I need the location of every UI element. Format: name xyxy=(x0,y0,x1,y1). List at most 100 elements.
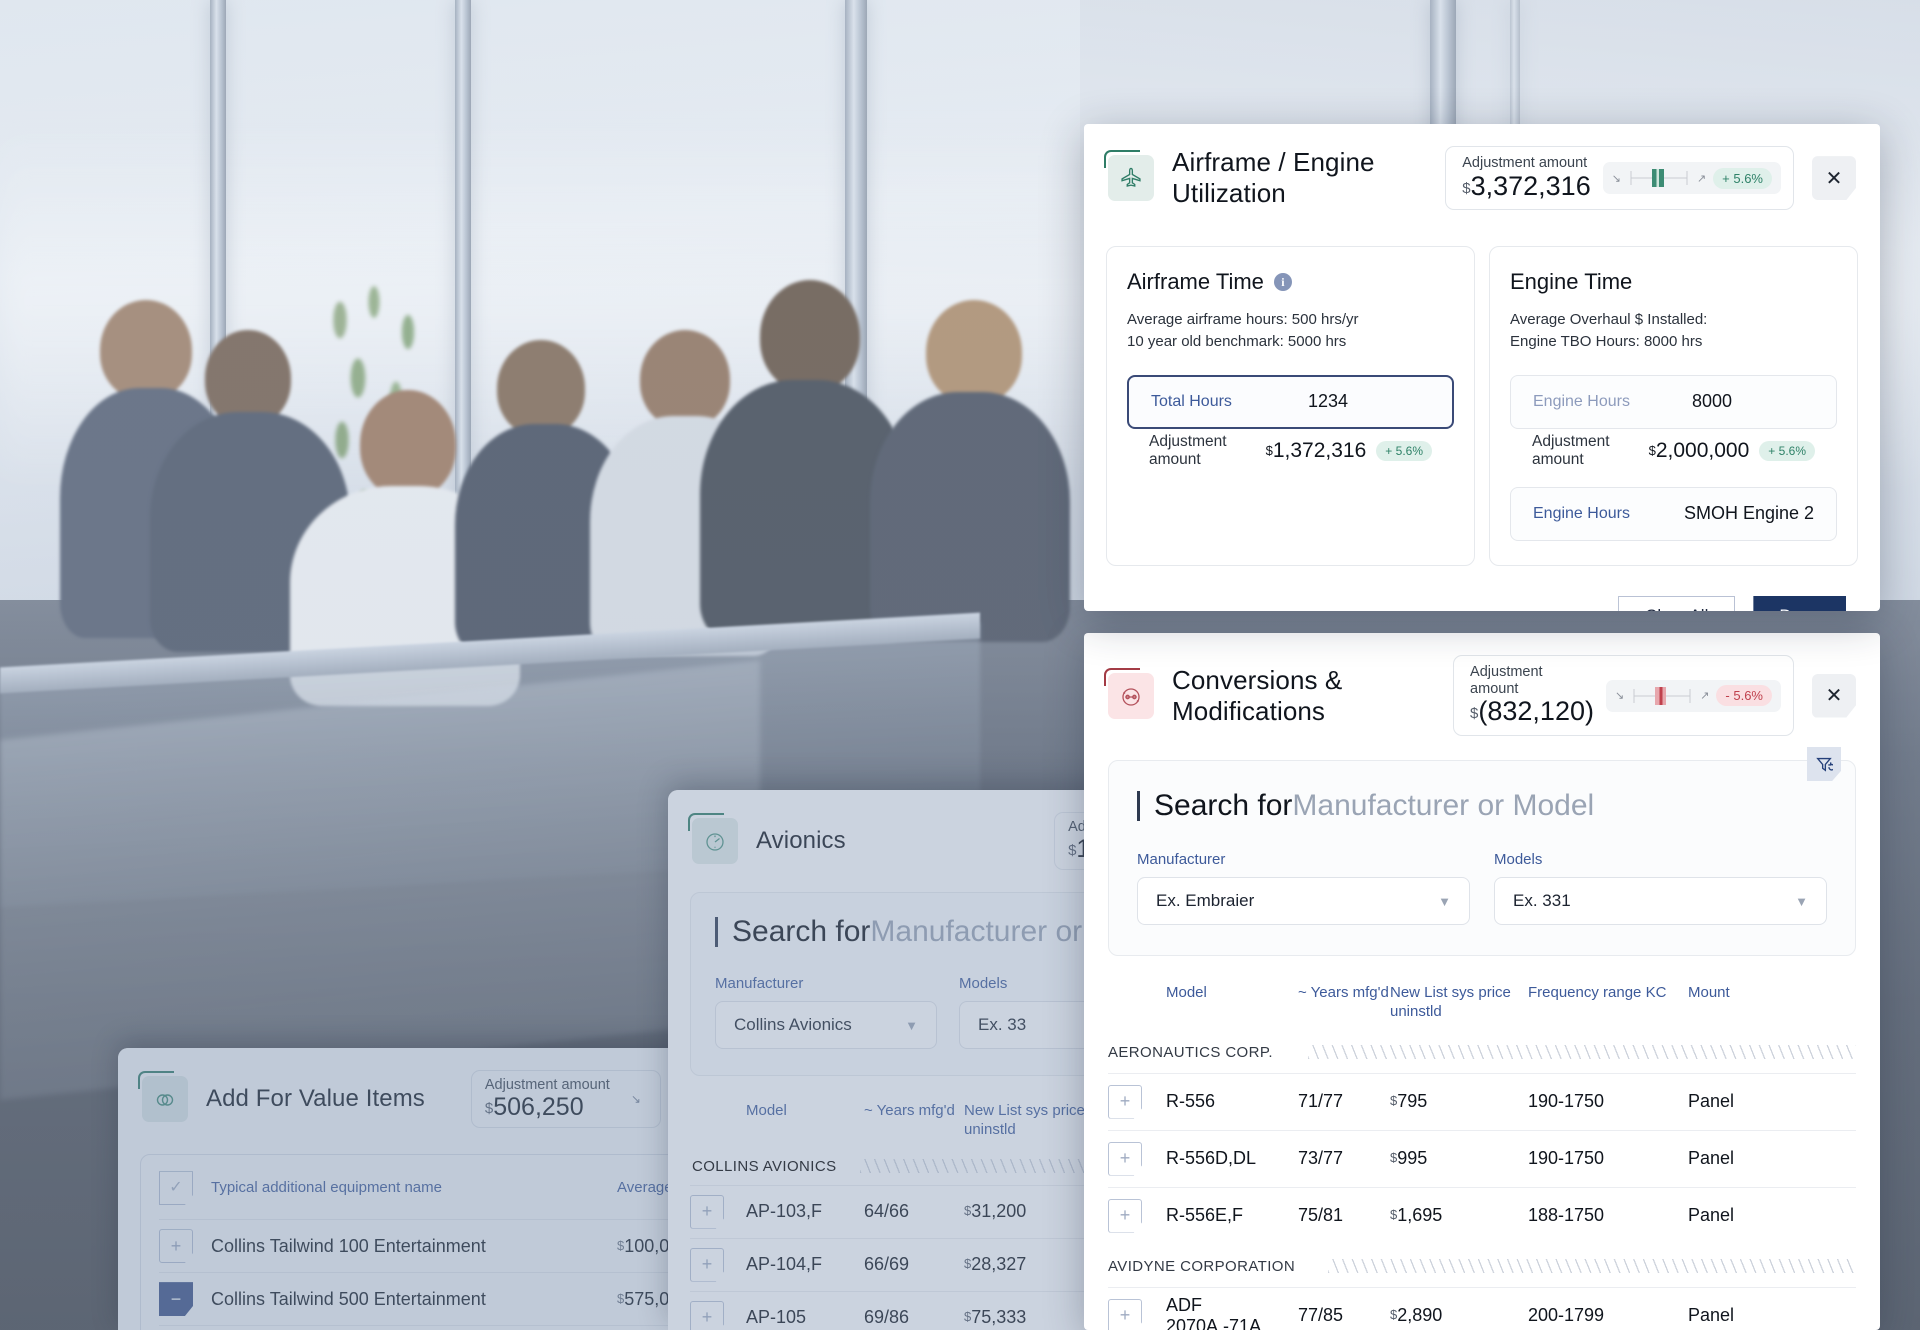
manufacturer-select[interactable]: Ex. Embraier ▼ xyxy=(1137,877,1470,926)
engine-time-card: Engine Time Average Overhaul $ Installed… xyxy=(1489,246,1858,566)
col-frequency: Frequency range KC xyxy=(1528,984,1667,1002)
close-icon[interactable]: ✕ xyxy=(1812,156,1856,201)
chevron-down-icon: ▼ xyxy=(1438,893,1451,909)
adjustment-amount-value: $506,250 xyxy=(484,1092,584,1121)
panel-title: Airframe / Engine Utilization xyxy=(1172,147,1375,209)
adjustment-amount-box[interactable]: Adjustment amount $(832,120) ↘ ↗ - 5.6% xyxy=(1453,655,1794,737)
row-years: 73/77 xyxy=(1298,1148,1344,1169)
adjustment-amount-label: Adjustment amount xyxy=(1470,664,1543,697)
close-icon[interactable]: ✕ xyxy=(1812,673,1856,718)
chevron-down-icon: ▼ xyxy=(905,1017,918,1033)
row-frequency: 200-1799 xyxy=(1528,1305,1605,1326)
group-header: AERONAUTICS CORP. xyxy=(1108,1043,1856,1061)
smoh-engine-input[interactable]: Engine Hours SMOH Engine 2 xyxy=(1510,486,1837,541)
adjustment-sparkline[interactable]: ↘ xyxy=(622,1087,650,1111)
row-name: Collins Tailwind 100 Entertainment xyxy=(211,1235,486,1256)
row-name: Collins Tailwind 500 Entertainment xyxy=(211,1288,486,1309)
col-price: New List sys price uninstld xyxy=(964,1102,1085,1138)
row-years: 69/86 xyxy=(864,1307,910,1328)
col-model: Model xyxy=(746,1102,787,1120)
row-frequency: 190-1750 xyxy=(1528,1148,1605,1169)
done-button[interactable]: Done xyxy=(1753,595,1846,611)
col-price: New List sys price uninstld xyxy=(1390,984,1511,1020)
row-years: 66/69 xyxy=(864,1254,910,1275)
row-model: R-556 xyxy=(1166,1091,1216,1112)
row-model: AP-104,F xyxy=(746,1254,823,1275)
row-price: $28,327 xyxy=(964,1254,1027,1275)
row-price: $2,890 xyxy=(1390,1305,1443,1326)
models-label: Models xyxy=(1494,851,1543,869)
table-row[interactable]: + R-556E,F 75/81 $1,695 188-1750 Panel xyxy=(1108,1187,1856,1244)
adjustment-amount-box[interactable]: Adjustment amount $506,250 ↘ xyxy=(470,1070,661,1129)
row-name: Honeywell Ovation Select Cabin Mgmt Syst… xyxy=(211,1326,617,1330)
row-model: AP-103,F xyxy=(746,1201,823,1222)
row-years: 64/66 xyxy=(864,1201,910,1222)
table-header-row: Model ~ Years mfg'd New List sys price u… xyxy=(1108,984,1856,1028)
row-mount: Panel xyxy=(1688,1305,1735,1326)
row-mount: Panel xyxy=(1688,1091,1735,1112)
col-mount: Mount xyxy=(1688,984,1730,1002)
panel-title: Conversions & Modifications xyxy=(1172,664,1343,726)
airframe-adjustment-row: Adjustment amount $1,372,316 + 5.6% xyxy=(1127,429,1454,473)
manufacturer-label: Manufacturer xyxy=(715,975,804,993)
engine-hours-input[interactable]: Engine Hours 8000 xyxy=(1510,374,1837,429)
engine-time-heading: Engine Time xyxy=(1510,269,1633,295)
row-add-button[interactable]: + xyxy=(159,1229,193,1264)
manufacturer-label: Manufacturer xyxy=(1137,851,1226,869)
adjustment-percent: + 5.6% xyxy=(1713,167,1772,189)
airframe-adjustment-percent: + 5.6% xyxy=(1376,440,1432,461)
row-model: R-556E,F xyxy=(1166,1205,1244,1226)
text-caret xyxy=(1137,791,1140,822)
row-price: $795 xyxy=(1390,1091,1428,1112)
row-add-button[interactable]: + xyxy=(1108,1141,1142,1176)
row-price: $995 xyxy=(1390,1148,1428,1169)
adjustment-percent: - 5.6% xyxy=(1716,685,1772,707)
row-frequency: 188-1750 xyxy=(1528,1205,1605,1226)
search-heading: Search for Manufacturer or Model xyxy=(1137,789,1827,823)
models-select[interactable]: Ex. 331 ▼ xyxy=(1494,877,1827,926)
total-hours-input[interactable]: Total Hours 1234 xyxy=(1127,374,1454,429)
text-caret xyxy=(715,917,718,948)
engine-time-note: Average Overhaul $ Installed: Engine TBO… xyxy=(1510,311,1708,351)
engine-adjustment-amount: $2,000,000 xyxy=(1648,438,1750,462)
row-years: 77/85 xyxy=(1298,1305,1344,1326)
info-icon[interactable]: i xyxy=(1273,273,1292,292)
airframe-time-note: Average airframe hours: 500 hrs/yr 10 ye… xyxy=(1127,311,1359,351)
row-price: $75,333 xyxy=(964,1307,1027,1328)
table-row[interactable]: + R-556 71/77 $795 190-1750 Panel xyxy=(1108,1073,1856,1130)
row-add-button[interactable]: + xyxy=(690,1300,724,1330)
conversions-search-block: Search for Manufacturer or Model Manufac… xyxy=(1108,747,1856,957)
filter-undo-icon[interactable] xyxy=(1807,747,1841,782)
row-remove-button[interactable]: − xyxy=(159,1282,193,1317)
table-group-row: AVIDYNE CORPORATION xyxy=(1108,1244,1856,1288)
boxplot-icon xyxy=(1630,169,1688,188)
row-years: 75/81 xyxy=(1298,1205,1344,1226)
adjustment-sparkline[interactable]: ↘ ↗ + 5.6% xyxy=(1602,162,1781,195)
row-add-button[interactable]: + xyxy=(1108,1084,1142,1119)
panel-title: Add For Value Items xyxy=(206,1085,425,1113)
adjustment-sparkline[interactable]: ↘ ↗ - 5.6% xyxy=(1605,679,1781,712)
select-all-checkbox[interactable]: ✓ xyxy=(159,1171,193,1206)
row-add-button[interactable]: + xyxy=(1108,1198,1142,1233)
boxplot-icon xyxy=(1633,686,1691,705)
airframe-adjustment-amount: $1,372,316 xyxy=(1265,438,1367,462)
table-row[interactable]: + R-556D,DL 73/77 $995 190-1750 Panel xyxy=(1108,1130,1856,1187)
row-price: $31,200 xyxy=(964,1201,1027,1222)
table-row[interactable]: + ADF 2070A,-71A 77/85 $2,890 200-1799 P… xyxy=(1108,1287,1856,1330)
row-years: 71/77 xyxy=(1298,1091,1344,1112)
adjustment-amount-label: Adjustment amount xyxy=(484,1077,610,1093)
row-model: ADF 2070A,-71A xyxy=(1166,1294,1262,1330)
conversions-modifications-panel[interactable]: Conversions & Modifications Adjustment a… xyxy=(1084,633,1880,1330)
row-add-button[interactable]: + xyxy=(690,1247,724,1282)
row-add-button[interactable]: + xyxy=(690,1194,724,1229)
row-add-button[interactable]: + xyxy=(1108,1298,1142,1330)
rings-icon xyxy=(138,1071,188,1123)
manufacturer-select[interactable]: Collins Avionics ▼ xyxy=(715,1001,937,1050)
airframe-time-heading: Airframe Time i xyxy=(1127,269,1454,295)
row-model: AP-105 xyxy=(746,1307,807,1328)
engine-adjustment-percent: + 5.6% xyxy=(1759,440,1815,461)
adjustment-amount-box[interactable]: Adjustment amount $3,372,316 ↘ ↗ + 5.6% xyxy=(1445,146,1794,211)
airframe-engine-utilization-panel[interactable]: Airframe / Engine Utilization Adjustment… xyxy=(1084,124,1880,611)
clear-all-button[interactable]: Clear All xyxy=(1618,595,1736,611)
airframe-time-card: Airframe Time i Average airframe hours: … xyxy=(1106,246,1475,566)
